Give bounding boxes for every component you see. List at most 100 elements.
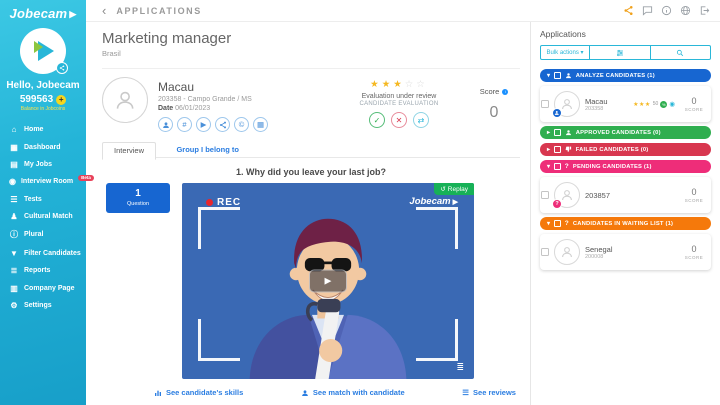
candidate-row-macau[interactable]: Macau 203358 ★★★ 50 % ◉ 0 SCORE: [540, 86, 711, 122]
score-info-icon[interactable]: i: [502, 88, 509, 95]
sidebar-item-tests[interactable]: ☰ Tests: [0, 191, 86, 208]
globe-icon[interactable]: [680, 5, 691, 16]
caret-right-icon[interactable]: ▸: [547, 146, 550, 153]
see-skills-link[interactable]: See candidate's skills: [154, 388, 243, 397]
row-candidate-name: 203857: [585, 190, 611, 200]
group-checkbox[interactable]: [554, 72, 561, 79]
star-icon[interactable]: ★: [370, 79, 382, 90]
approve-button[interactable]: ✓: [369, 112, 385, 128]
row-checkbox[interactable]: [541, 248, 549, 256]
report-lines-icon: ≣: [10, 266, 18, 276]
row-score-label: SCORE: [684, 106, 704, 112]
group-label: PENDING CANDIDATES (1): [572, 163, 652, 170]
company-avatar[interactable]: [20, 28, 68, 74]
bulk-actions-dropdown[interactable]: Bulk actions ▾: [540, 45, 590, 60]
group-checkbox[interactable]: [554, 163, 561, 170]
share-action-button[interactable]: [215, 117, 230, 132]
media-row: 1 Question REC Jobecam ▶ ↺ Replay ▶ ≣: [102, 183, 520, 379]
jobecam-logo[interactable]: Jobecam ▶: [0, 0, 86, 21]
group-checkbox[interactable]: [554, 220, 561, 227]
group-checkbox[interactable]: [554, 129, 561, 136]
chat-icon[interactable]: [642, 5, 653, 16]
see-match-link[interactable]: See match with candidate: [301, 388, 405, 397]
info-circle-icon: ⓘ: [10, 230, 18, 240]
group-approved-candidates[interactable]: ▸ APPROVED CANDIDATES (0): [540, 126, 711, 139]
caret-down-icon[interactable]: ▾: [547, 163, 550, 170]
sidebar-item-label: Interview Room: [20, 178, 74, 186]
top-bar: ‹ APPLICATIONS: [86, 0, 720, 22]
avatar-share-badge[interactable]: [56, 62, 68, 74]
play-action-button[interactable]: ▶: [196, 117, 211, 132]
see-reviews-link[interactable]: ☰ See reviews: [462, 388, 516, 397]
video-list-icon[interactable]: ≣: [456, 362, 464, 373]
person-icon: [555, 111, 559, 116]
sidebar-item-plural[interactable]: ⓘ Plural: [0, 225, 86, 244]
tab-interview[interactable]: Interview: [102, 142, 157, 160]
viewfinder-corner: [198, 207, 240, 249]
sidebar-item-reports[interactable]: ≣ Reports: [0, 262, 86, 279]
caret-right-icon[interactable]: ▸: [547, 129, 550, 136]
group-failed-candidates[interactable]: ▸ FAILED CANDIDATES (0): [540, 143, 711, 156]
row-score-value: 0: [691, 95, 697, 106]
group-label: CANDIDATES IN WAITING LIST (1): [572, 220, 674, 227]
candidate-avatar[interactable]: [102, 77, 148, 123]
row-stars: ★★★: [633, 101, 651, 108]
sidebar-item-company-page[interactable]: ▥ Company Page: [0, 279, 86, 296]
candidate-row-pending[interactable]: ? 203857 0 SCORE: [540, 177, 711, 213]
logo-triangle-accent-icon: [34, 41, 43, 53]
candidate-row-waiting[interactable]: Senegal 200008 0 SCORE: [540, 234, 711, 270]
question-number-button[interactable]: 1 Question: [106, 183, 170, 213]
sidebar-item-filter-candidates[interactable]: ▼ Filter Candidates: [0, 245, 86, 262]
watermark-text: Jobecam: [409, 196, 451, 207]
row-candidate-id: 200008: [585, 253, 604, 260]
replay-button[interactable]: ↺ Replay: [434, 183, 474, 195]
row-score-value: 0: [691, 243, 697, 254]
row-candidate-name: Senegal: [585, 244, 613, 254]
group-pending-candidates[interactable]: ▾ ? PENDING CANDIDATES (1): [540, 160, 711, 173]
star-icon[interactable]: ☆: [405, 79, 417, 90]
star-icon[interactable]: ★: [393, 79, 405, 90]
share-icon: [219, 121, 226, 128]
sidebar-item-home[interactable]: ⌂ Home: [0, 121, 86, 138]
group-checkbox[interactable]: [554, 146, 561, 153]
filter-button[interactable]: [590, 45, 651, 60]
row-checkbox[interactable]: [541, 100, 549, 108]
video-player[interactable]: REC Jobecam ▶ ↺ Replay ▶ ≣: [182, 183, 474, 379]
sidebar-item-dashboard[interactable]: ▦ Dashboard: [0, 138, 86, 155]
replay-label: Replay: [447, 185, 468, 193]
caret-down-icon[interactable]: ▾: [547, 220, 550, 227]
search-icon: [677, 49, 684, 56]
hashtag-action-button[interactable]: #: [177, 117, 192, 132]
add-coins-button[interactable]: +: [56, 94, 67, 105]
rating-stars[interactable]: ★★★☆☆: [330, 79, 468, 90]
sidebar-item-cultural-match[interactable]: ♟ Cultural Match: [0, 208, 86, 225]
copyright-action-button[interactable]: ©: [234, 117, 249, 132]
sidebar-item-label: Dashboard: [24, 143, 61, 151]
star-icon[interactable]: ☆: [416, 79, 428, 90]
group-analyze-candidates[interactable]: ▾ ANALYZE CANDIDATES (1): [540, 69, 711, 82]
logout-icon[interactable]: [699, 5, 710, 16]
reject-button[interactable]: ✕: [391, 112, 407, 128]
swap-button[interactable]: ⇄: [413, 112, 429, 128]
back-button[interactable]: ‹: [102, 4, 106, 17]
evaluation-block: ★★★☆☆ Evaluation under review CANDIDATE …: [330, 77, 468, 128]
caret-down-icon[interactable]: ▾: [547, 72, 550, 79]
play-button[interactable]: ▶: [309, 269, 347, 293]
sidebar-item-interview-room[interactable]: ◉ Interview Room Beta: [0, 173, 94, 190]
share-icon[interactable]: [623, 5, 634, 16]
group-waiting-list-candidates[interactable]: ▾ ? CANDIDATES IN WAITING LIST (1): [540, 217, 711, 230]
list-icon: ☰: [462, 388, 470, 397]
calendar-action-button[interactable]: ▦: [253, 117, 268, 132]
sidebar-item-my-jobs[interactable]: ▤ My Jobs: [0, 156, 86, 173]
viewfinder-corner: [416, 207, 458, 249]
briefcase-icon: ▤: [10, 159, 18, 169]
tab-group-i-belong-to[interactable]: Group I belong to: [176, 145, 239, 154]
info-icon[interactable]: [661, 5, 672, 16]
star-icon[interactable]: ★: [382, 79, 394, 90]
jobecam-logo-text: Jobecam: [9, 6, 68, 21]
search-button[interactable]: [650, 45, 711, 60]
row-score-label: SCORE: [684, 254, 704, 260]
sidebar-item-settings[interactable]: ⚙ Settings: [0, 297, 86, 314]
profile-action-button[interactable]: [158, 117, 173, 132]
row-checkbox[interactable]: [541, 191, 549, 199]
